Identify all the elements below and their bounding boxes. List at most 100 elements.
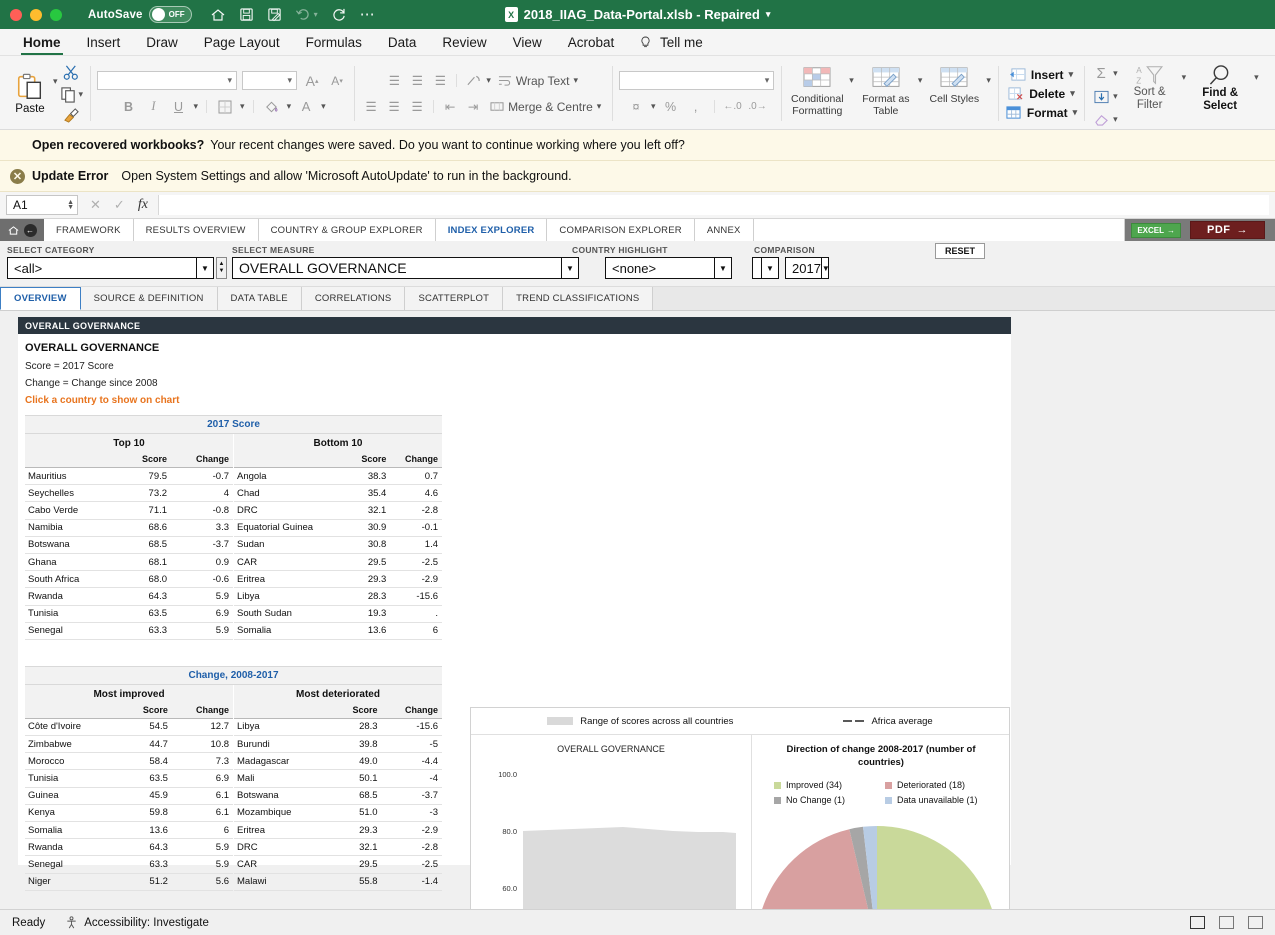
update-error-notification[interactable]: ✕ Update Error Open System Settings and … bbox=[0, 161, 1275, 192]
borders-chevron-icon[interactable]: ▾ bbox=[240, 101, 245, 112]
undo-icon[interactable]: ▾ bbox=[295, 7, 318, 22]
redo-icon[interactable] bbox=[331, 7, 347, 22]
reset-button[interactable]: RESET bbox=[935, 243, 986, 259]
format-cells-chevron-icon[interactable]: ▾ bbox=[1073, 107, 1078, 118]
maximize-window-button[interactable] bbox=[50, 8, 62, 21]
home-icon[interactable] bbox=[210, 7, 226, 23]
cut-button[interactable] bbox=[63, 64, 80, 81]
country-name[interactable]: Malawi bbox=[234, 873, 335, 891]
quick-access-toolbar[interactable]: ▾ ⋯ bbox=[210, 7, 375, 23]
cell-styles-button[interactable]: Cell Styles bbox=[925, 65, 983, 106]
table-row[interactable]: Guinea 45.9 6.1 bbox=[25, 787, 233, 805]
country-name[interactable]: South Sudan bbox=[234, 605, 350, 623]
country-name[interactable]: Burundi bbox=[234, 735, 335, 754]
increase-decimal-button[interactable]: ←.0 bbox=[723, 97, 743, 116]
wrap-text-chevron-icon[interactable]: ▾ bbox=[573, 75, 578, 86]
table-row[interactable]: Chad 35.4 4.6 bbox=[234, 484, 442, 503]
table-row[interactable]: South Africa 68.0 -0.6 bbox=[25, 570, 233, 589]
font-name-combo[interactable]: ▾ bbox=[97, 71, 238, 90]
fill-chevron-icon[interactable]: ▾ bbox=[1113, 91, 1118, 102]
autosave-toggle[interactable]: OFF bbox=[148, 6, 192, 23]
minimize-window-button[interactable] bbox=[30, 8, 42, 21]
table-row[interactable]: Rwanda 64.3 5.9 bbox=[25, 587, 233, 606]
country-name[interactable]: Tunisia bbox=[25, 605, 123, 623]
nav-tab-results-overview[interactable]: RESULTS OVERVIEW bbox=[133, 219, 259, 241]
nav-tab-comparison-explorer[interactable]: COMPARISON EXPLORER bbox=[547, 219, 695, 241]
country-name[interactable]: Mali bbox=[234, 769, 335, 788]
ellipsis-icon[interactable]: ⋯ bbox=[360, 7, 375, 22]
country-name[interactable]: Guinea bbox=[25, 787, 125, 805]
select-category-dropdown[interactable]: <all> ▼ bbox=[7, 257, 214, 279]
nav-tab-index-explorer[interactable]: INDEX EXPLORER bbox=[435, 219, 548, 241]
font-color-chevron-icon[interactable]: ▾ bbox=[321, 101, 326, 112]
save-as-icon[interactable] bbox=[267, 7, 282, 22]
ribbon-tab-review[interactable]: Review bbox=[429, 32, 499, 55]
country-name[interactable]: Eritrea bbox=[234, 821, 335, 840]
font-size-combo[interactable]: ▾ bbox=[242, 71, 298, 90]
sort-filter-chevron-icon[interactable]: ▾ bbox=[1182, 72, 1187, 83]
chevron-down-icon[interactable]: ▼ bbox=[561, 258, 578, 278]
close-window-button[interactable] bbox=[10, 8, 22, 21]
page-break-view-button[interactable] bbox=[1248, 916, 1263, 929]
window-controls[interactable] bbox=[10, 8, 62, 21]
merge-centre-button[interactable]: Merge & Centre ▾ bbox=[486, 100, 605, 114]
align-left-button[interactable]: ☰ bbox=[361, 97, 381, 116]
number-format-combo[interactable]: ▾ bbox=[619, 71, 775, 90]
country-name[interactable]: Senegal bbox=[25, 855, 125, 874]
table-row[interactable]: Eritrea 29.3 -2.9 bbox=[234, 821, 442, 840]
tab-overview[interactable]: OVERVIEW bbox=[0, 287, 81, 310]
nav-tab-country-group-explorer[interactable]: COUNTRY & GROUP EXPLORER bbox=[258, 219, 436, 241]
country-name[interactable]: Sudan bbox=[234, 536, 350, 554]
chevron-down-icon[interactable]: ▼ bbox=[714, 258, 731, 278]
table-row[interactable]: CAR 29.5 -2.5 bbox=[234, 855, 442, 874]
copy-button[interactable]: ▾ bbox=[60, 86, 83, 103]
table-row[interactable]: Somalia 13.6 6 bbox=[25, 821, 233, 840]
country-name[interactable]: Libya bbox=[234, 587, 350, 606]
number-format-chevron-icon[interactable]: ▾ bbox=[765, 75, 770, 86]
country-name[interactable]: Equatorial Guinea bbox=[234, 519, 350, 537]
table-row[interactable]: Mauritius 79.5 -0.7 bbox=[25, 467, 233, 486]
comma-style-button[interactable]: , bbox=[686, 97, 706, 116]
paste-button[interactable]: Paste bbox=[7, 72, 53, 115]
recovered-workbooks-notification[interactable]: Open recovered workbooks? Your recent ch… bbox=[0, 130, 1275, 161]
country-name[interactable]: DRC bbox=[234, 501, 350, 520]
country-name[interactable]: Mauritius bbox=[25, 467, 123, 486]
wrap-text-button[interactable]: Wrap Text ▾ bbox=[494, 74, 582, 88]
table-row[interactable]: DRC 32.1 -2.8 bbox=[234, 501, 442, 520]
conditional-formatting-chevron-icon[interactable]: ▾ bbox=[849, 75, 854, 86]
table-row[interactable]: Kenya 59.8 6.1 bbox=[25, 804, 233, 823]
find-select-chevron-icon[interactable]: ▾ bbox=[1254, 72, 1259, 83]
align-middle-button[interactable]: ☰ bbox=[407, 71, 427, 90]
underline-button[interactable]: U bbox=[169, 97, 189, 116]
country-name[interactable]: Morocco bbox=[25, 752, 125, 771]
align-bottom-button[interactable]: ☰ bbox=[430, 71, 450, 90]
table-row[interactable]: Burundi 39.8 -5 bbox=[234, 735, 442, 754]
nav-tab-framework[interactable]: FRAMEWORK bbox=[44, 219, 134, 241]
align-top-button[interactable]: ☰ bbox=[384, 71, 404, 90]
table-row[interactable]: Sudan 30.8 1.4 bbox=[234, 536, 442, 554]
country-name[interactable]: Rwanda bbox=[25, 587, 123, 606]
fill-color-button[interactable] bbox=[262, 97, 282, 116]
sort-filter-button[interactable]: A Z Sort & Filter bbox=[1124, 64, 1176, 111]
table-row[interactable]: Tunisia 63.5 6.9 bbox=[25, 769, 233, 788]
country-name[interactable]: Namibia bbox=[25, 519, 123, 537]
ribbon-tab-draw[interactable]: Draw bbox=[133, 32, 191, 55]
borders-button[interactable] bbox=[215, 97, 235, 116]
country-name[interactable]: Rwanda bbox=[25, 838, 125, 857]
country-name[interactable]: Ghana bbox=[25, 553, 123, 572]
country-name[interactable]: Mozambique bbox=[234, 804, 335, 823]
decrease-indent-button[interactable]: ⇤ bbox=[440, 97, 460, 116]
country-name[interactable]: Cabo Verde bbox=[25, 501, 123, 520]
currency-chevron-icon[interactable]: ▾ bbox=[651, 101, 656, 112]
select-measure-dropdown[interactable]: OVERALL GOVERNANCE ▼ bbox=[232, 257, 579, 279]
table-row[interactable]: Somalia 13.6 6 bbox=[234, 622, 442, 640]
chevron-down-icon[interactable]: ▼ bbox=[196, 258, 213, 278]
table-row[interactable]: South Sudan 19.3. bbox=[234, 605, 442, 623]
decrease-font-size-button[interactable]: A ▾ bbox=[327, 71, 347, 90]
country-name[interactable]: DRC bbox=[234, 838, 335, 857]
font-color-button[interactable]: A bbox=[296, 97, 316, 116]
table-row[interactable]: Mali 50.1 -4 bbox=[234, 769, 442, 788]
table-row[interactable]: Botswana 68.5 -3.7 bbox=[25, 536, 233, 554]
table-row[interactable]: Namibia 68.6 3.3 bbox=[25, 519, 233, 537]
conditional-formatting-button[interactable]: Conditional Formatting bbox=[788, 65, 846, 117]
